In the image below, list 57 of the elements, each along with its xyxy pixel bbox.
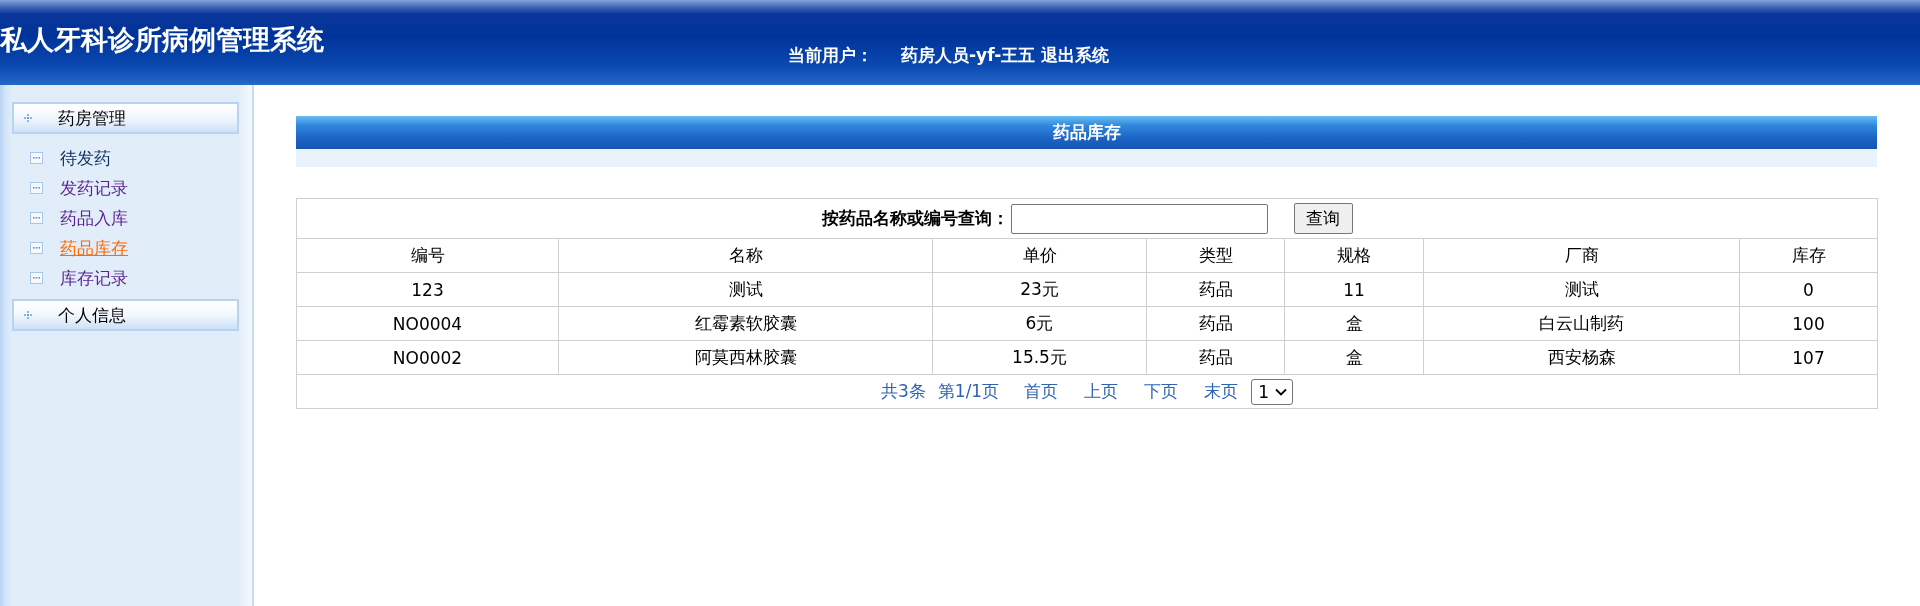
- table-cell: 11: [1284, 272, 1424, 307]
- chevron-icon: [1275, 387, 1287, 396]
- column-header: 规格: [1284, 238, 1424, 273]
- plus-icon: [24, 311, 32, 319]
- table-cell: 15.5元: [932, 340, 1147, 375]
- table-cell: 盒: [1284, 340, 1424, 375]
- sidebar-link[interactable]: 库存记录: [30, 266, 128, 290]
- panel-header: 药品库存: [296, 116, 1877, 149]
- table-cell: 白云山制药: [1423, 306, 1740, 341]
- list-item-icon: [30, 152, 43, 164]
- pager-link[interactable]: 上页: [1084, 380, 1119, 403]
- table-cell: 药品: [1146, 272, 1285, 307]
- list-item-icon: [30, 272, 43, 284]
- sidebar-link[interactable]: 待发药: [30, 146, 111, 170]
- table-cell: 药品: [1146, 306, 1285, 341]
- search-label: 按药品名称或编号查询：: [821, 207, 1009, 230]
- column-header: 厂商: [1423, 238, 1740, 273]
- app-title: 私人牙科诊所病例管理系统: [0, 23, 324, 57]
- column-header: 编号: [296, 238, 559, 273]
- list-item-icon: [30, 182, 43, 194]
- record-count: 共3条: [881, 380, 926, 403]
- table-cell: NO0004: [296, 306, 559, 341]
- column-header: 库存: [1739, 238, 1878, 273]
- column-header: 类型: [1146, 238, 1285, 273]
- pager-link[interactable]: 末页: [1204, 380, 1239, 403]
- sidebar-group[interactable]: 个人信息: [12, 299, 239, 331]
- search-input[interactable]: [1010, 203, 1268, 234]
- table-cell: 107: [1739, 340, 1878, 375]
- logout-link[interactable]: 退出系统: [1041, 44, 1110, 66]
- table-cell: NO0002: [296, 340, 559, 375]
- user-label: 当前用户：: [788, 44, 873, 66]
- column-header: 名称: [558, 238, 933, 273]
- table-cell: 0: [1739, 272, 1878, 307]
- list-item-icon: [30, 212, 43, 224]
- list-item-icon: [30, 242, 43, 254]
- table-cell: 盒: [1284, 306, 1424, 341]
- table-cell: 药品: [1146, 340, 1285, 375]
- page-indicator: 第1/1页: [937, 380, 1000, 403]
- table-cell: 123: [296, 272, 559, 307]
- table-cell: 阿莫西林胶囊: [558, 340, 933, 375]
- table-cell: 红霉素软胶囊: [558, 306, 933, 341]
- table-cell: 西安杨森: [1423, 340, 1740, 375]
- pager-link[interactable]: 下页: [1144, 380, 1179, 403]
- plus-icon: [24, 114, 32, 122]
- table-cell: 100: [1739, 306, 1878, 341]
- table-cell: 测试: [558, 272, 933, 307]
- pager-link[interactable]: 首页: [1024, 380, 1059, 403]
- table-cell: 23元: [932, 272, 1147, 307]
- table-cell: 测试: [1423, 272, 1740, 307]
- column-header: 单价: [932, 238, 1147, 273]
- search-button[interactable]: 查询: [1293, 203, 1353, 234]
- sidebar-link[interactable]: 发药记录: [30, 176, 128, 200]
- sidebar-link[interactable]: 药品入库: [30, 206, 128, 230]
- sidebar-group[interactable]: 药房管理: [12, 102, 239, 134]
- table-cell: 6元: [932, 306, 1147, 341]
- user-name: 药房人员-yf-王五: [901, 44, 1036, 66]
- page-select[interactable]: 1: [1251, 378, 1293, 405]
